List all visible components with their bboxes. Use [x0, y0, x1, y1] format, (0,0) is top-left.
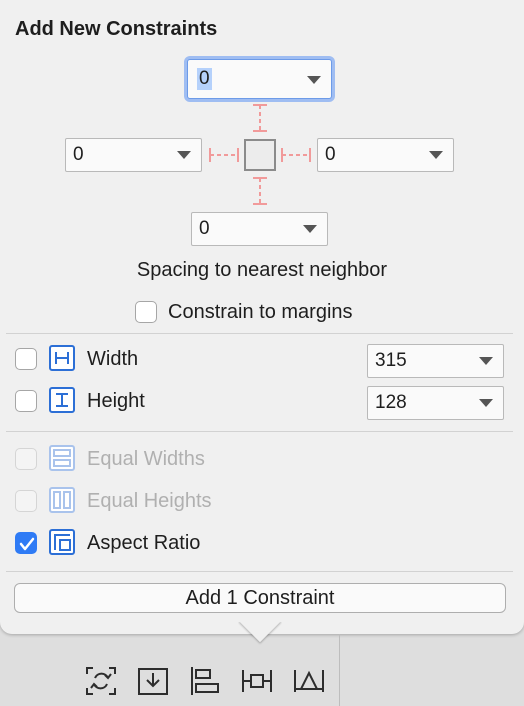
- chevron-down-icon[interactable]: [307, 76, 321, 84]
- toolbar-divider: [339, 634, 340, 706]
- add-constraints-button[interactable]: Add 1 Constraint: [14, 583, 506, 613]
- right-spacing-value[interactable]: 0: [325, 144, 336, 166]
- popover-arrow: [238, 622, 282, 666]
- equal-widths-label: Equal Widths: [87, 448, 205, 470]
- aspect-ratio-checkbox[interactable]: [15, 532, 37, 554]
- aspect-ratio-icon: [49, 529, 75, 555]
- equal-heights-icon: [49, 487, 75, 513]
- width-value-combo[interactable]: 315: [367, 344, 504, 378]
- equal-heights-checkbox[interactable]: [15, 490, 37, 512]
- right-strut[interactable]: [280, 145, 312, 165]
- separator: [6, 333, 513, 334]
- resolve-issues-icon[interactable]: [292, 665, 326, 697]
- equal-widths-icon: [49, 445, 75, 471]
- height-checkbox[interactable]: [15, 390, 37, 412]
- width-label[interactable]: Width: [87, 348, 138, 371]
- equal-heights-label: Equal Heights: [87, 490, 212, 512]
- height-value[interactable]: 128: [375, 392, 407, 414]
- height-label[interactable]: Height: [87, 390, 145, 413]
- top-strut[interactable]: [250, 103, 270, 133]
- top-spacing-combo[interactable]: 0: [187, 59, 332, 99]
- left-spacing-value[interactable]: 0: [73, 144, 84, 166]
- separator: [6, 571, 513, 572]
- bottom-strut[interactable]: [250, 176, 270, 206]
- add-constraints-icon[interactable]: [240, 665, 274, 697]
- width-checkbox[interactable]: [15, 348, 37, 370]
- chevron-down-icon[interactable]: [303, 225, 317, 233]
- equal-widths-checkbox[interactable]: [15, 448, 37, 470]
- spacing-caption: Spacing to nearest neighbor: [136, 259, 388, 281]
- constrain-to-margins-label[interactable]: Constrain to margins: [168, 301, 353, 324]
- align-icon[interactable]: [188, 665, 222, 697]
- embed-in-icon[interactable]: [136, 665, 170, 697]
- chevron-down-icon[interactable]: [479, 357, 493, 365]
- aspect-ratio-label[interactable]: Aspect Ratio: [87, 532, 200, 555]
- update-frames-icon[interactable]: [84, 665, 118, 697]
- checkmark-icon: [19, 537, 35, 551]
- add-constraints-popover: Add New Constraints 0 0 0 0 Spacing to n…: [0, 0, 524, 634]
- left-strut[interactable]: [208, 145, 240, 165]
- width-value[interactable]: 315: [375, 350, 407, 372]
- separator: [6, 431, 513, 432]
- popover-title: Add New Constraints: [15, 18, 218, 40]
- left-spacing-combo[interactable]: 0: [65, 138, 202, 172]
- constrain-to-margins-checkbox[interactable]: [135, 301, 157, 323]
- view-placeholder-box: [244, 139, 276, 171]
- height-constraint-icon: [49, 387, 75, 413]
- bottom-spacing-value[interactable]: 0: [199, 218, 210, 240]
- width-constraint-icon: [49, 345, 75, 371]
- right-spacing-combo[interactable]: 0: [317, 138, 454, 172]
- bottom-spacing-combo[interactable]: 0: [191, 212, 328, 246]
- chevron-down-icon[interactable]: [429, 151, 443, 159]
- chevron-down-icon[interactable]: [479, 399, 493, 407]
- chevron-down-icon[interactable]: [177, 151, 191, 159]
- height-value-combo[interactable]: 128: [367, 386, 504, 420]
- top-spacing-value[interactable]: 0: [197, 68, 212, 90]
